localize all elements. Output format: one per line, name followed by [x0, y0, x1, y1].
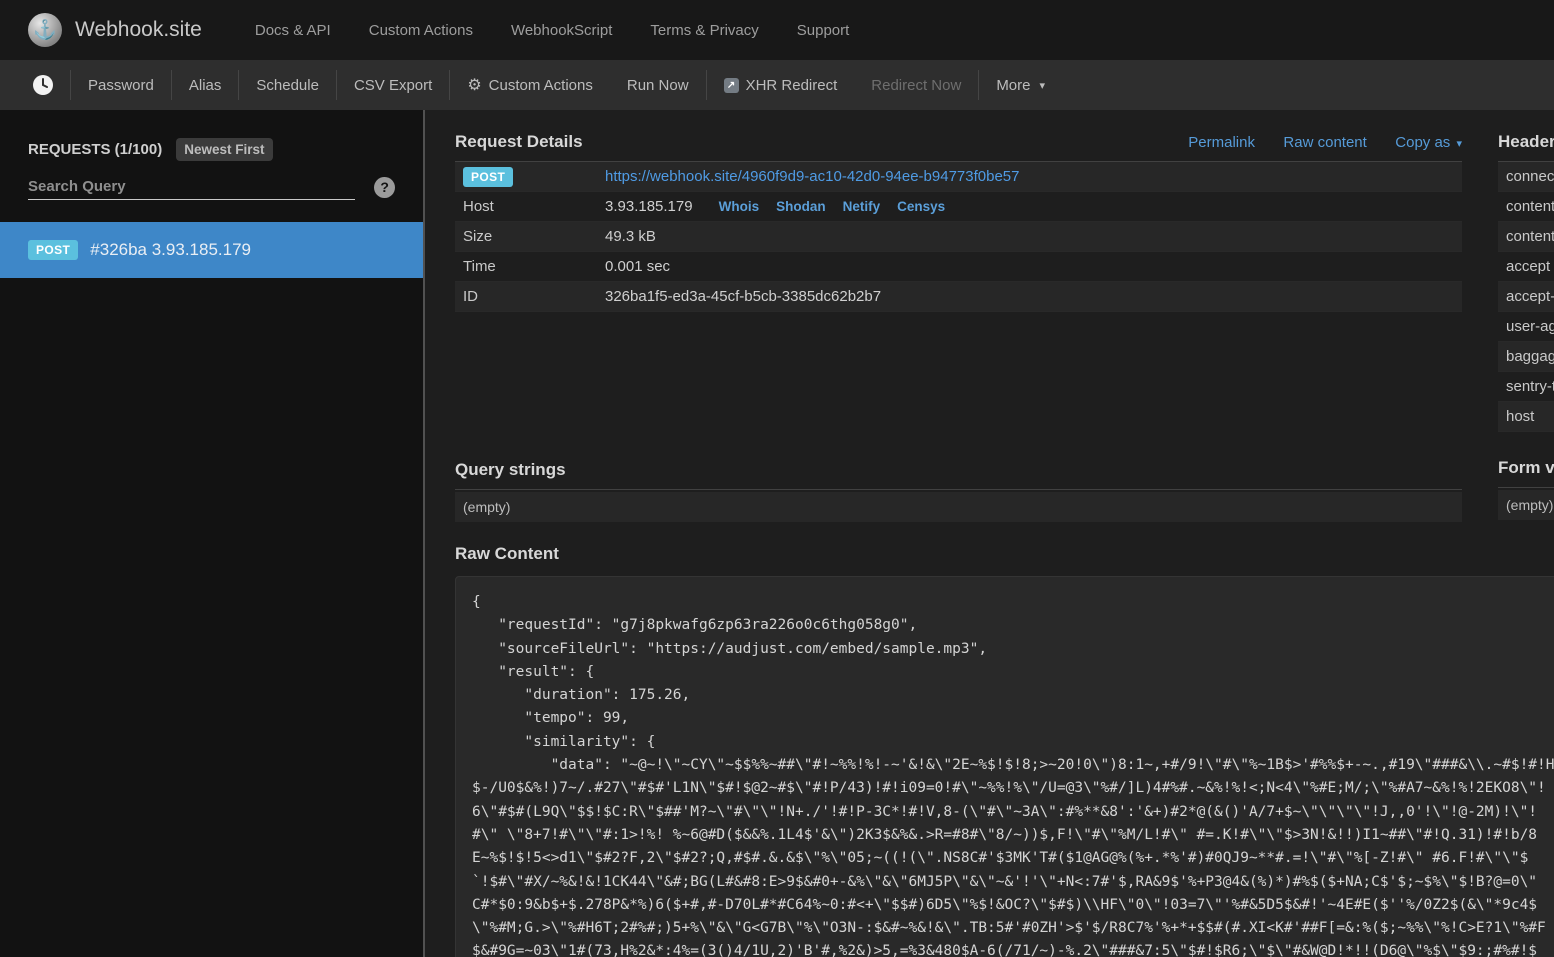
search-input[interactable]	[28, 174, 355, 200]
anchor-logo-icon: ⚓	[28, 13, 62, 47]
whois-link[interactable]: Whois	[719, 199, 760, 214]
time-value: 0.001 sec	[605, 258, 1462, 275]
header-row: content-length	[1498, 192, 1554, 222]
header-row: baggage	[1498, 342, 1554, 372]
detail-row-url: POST https://webhook.site/4960f9d9-ac10-…	[455, 162, 1462, 192]
post-method-badge: POST	[28, 240, 78, 260]
nav-item-webhookscript[interactable]: WebhookScript	[492, 22, 631, 39]
custom-actions-label: Custom Actions	[489, 77, 593, 94]
redirect-now-button[interactable]: Redirect Now	[854, 77, 978, 94]
nav-item-custom-actions[interactable]: Custom Actions	[350, 22, 492, 39]
xhr-redirect-button[interactable]: ↗ XHR Redirect	[707, 77, 855, 94]
netify-link[interactable]: Netify	[843, 199, 881, 214]
password-button[interactable]: Password	[71, 77, 171, 94]
custom-actions-button[interactable]: ⚙ Custom Actions	[450, 75, 610, 95]
history-clock-button[interactable]	[24, 74, 70, 96]
caret-down-icon: ▾	[1456, 138, 1462, 150]
request-url-link[interactable]: https://webhook.site/4960f9d9-ac10-42d0-…	[605, 168, 1020, 185]
query-strings-title: Query strings	[455, 460, 566, 480]
host-value: 3.93.185.179	[605, 198, 693, 215]
copy-as-dropdown[interactable]: Copy as ▾	[1395, 134, 1462, 151]
more-menu-button[interactable]: More ▾	[979, 77, 1062, 94]
header-row: accept-encoding	[1498, 282, 1554, 312]
brand-title: Webhook.site	[75, 18, 202, 42]
raw-content-text: { "requestId": "g7j8pkwafg6zp63ra226o0c6…	[455, 576, 1554, 957]
id-value: 326ba1f5-ed3a-45cf-b5cb-3385dc62b2b7	[605, 288, 1462, 305]
host-label: Host	[455, 198, 605, 215]
request-details-column: Request Details Permalink Raw content Co…	[455, 122, 1462, 957]
query-strings-section: Query strings (empty)	[455, 450, 1462, 522]
form-values-title: Form values	[1498, 458, 1554, 478]
copy-as-label: Copy as	[1395, 134, 1450, 151]
sidebar-header: REQUESTS (1/100) Newest First ?	[0, 110, 423, 200]
csv-export-button[interactable]: CSV Export	[337, 77, 449, 94]
caret-down-icon: ▾	[1040, 79, 1046, 92]
content-area: REQUESTS (1/100) Newest First ? POST #32…	[0, 110, 1554, 957]
header-row: connection	[1498, 162, 1554, 192]
clock-icon	[32, 74, 54, 96]
sort-order-badge[interactable]: Newest First	[176, 138, 272, 161]
request-details-title: Request Details	[455, 132, 583, 152]
details-actions: Permalink Raw content Copy as ▾	[1164, 134, 1462, 152]
headers-column: Headers connection content-length conten…	[1498, 122, 1554, 957]
navbar-links: Docs & API Custom Actions WebhookScript …	[236, 22, 868, 39]
header-row: accept	[1498, 252, 1554, 282]
detail-row-size: Size 49.3 kB	[455, 222, 1462, 252]
nav-item-support[interactable]: Support	[778, 22, 869, 39]
size-label: Size	[455, 228, 605, 245]
run-now-button[interactable]: Run Now	[610, 77, 706, 94]
schedule-button[interactable]: Schedule	[239, 77, 336, 94]
requests-sidebar: REQUESTS (1/100) Newest First ? POST #32…	[0, 110, 425, 957]
nav-item-terms-privacy[interactable]: Terms & Privacy	[631, 22, 777, 39]
shodan-link[interactable]: Shodan	[776, 199, 826, 214]
form-values-section: Form values (empty)	[1498, 448, 1554, 520]
external-link-icon: ↗	[724, 78, 739, 93]
header-row: sentry-trace	[1498, 372, 1554, 402]
gear-icon: ⚙	[467, 75, 481, 95]
nav-item-docs-api[interactable]: Docs & API	[236, 22, 350, 39]
detail-row-host: Host 3.93.185.179 Whois Shodan Netify Ce…	[455, 192, 1462, 222]
header-row: host	[1498, 402, 1554, 432]
more-label: More	[996, 77, 1030, 94]
size-value: 49.3 kB	[605, 228, 1462, 245]
request-item-label: #326ba 3.93.185.179	[90, 240, 251, 260]
raw-content-title: Raw Content	[455, 544, 1462, 564]
id-label: ID	[455, 288, 605, 305]
top-navbar: ⚓ Webhook.site Docs & API Custom Actions…	[0, 0, 1554, 60]
detail-row-time: Time 0.001 sec	[455, 252, 1462, 282]
censys-link[interactable]: Censys	[897, 199, 945, 214]
raw-content-section: Raw Content	[455, 544, 1462, 564]
query-strings-empty: (empty)	[455, 492, 1462, 522]
headers-title: Headers	[1498, 132, 1554, 152]
request-list-item-selected[interactable]: POST #326ba 3.93.185.179	[0, 222, 423, 278]
help-question-icon[interactable]: ?	[374, 177, 395, 198]
alias-button[interactable]: Alias	[172, 77, 239, 94]
action-toolbar: Password Alias Schedule CSV Export ⚙ Cus…	[0, 60, 1554, 110]
host-lookup-links: Whois Shodan Netify Censys	[719, 199, 946, 214]
permalink-link[interactable]: Permalink	[1188, 134, 1255, 151]
header-row: user-agent	[1498, 312, 1554, 342]
time-label: Time	[455, 258, 605, 275]
post-method-badge: POST	[463, 167, 513, 187]
form-values-empty: (empty)	[1498, 490, 1554, 520]
brand-link[interactable]: ⚓ Webhook.site	[28, 13, 202, 47]
main-panel: Request Details Permalink Raw content Co…	[425, 110, 1554, 957]
header-row: content-type	[1498, 222, 1554, 252]
raw-content-link[interactable]: Raw content	[1283, 134, 1366, 151]
detail-row-id: ID 326ba1f5-ed3a-45cf-b5cb-3385dc62b2b7	[455, 282, 1462, 312]
requests-count-title: REQUESTS (1/100)	[28, 141, 162, 158]
xhr-redirect-label: XHR Redirect	[746, 77, 838, 94]
